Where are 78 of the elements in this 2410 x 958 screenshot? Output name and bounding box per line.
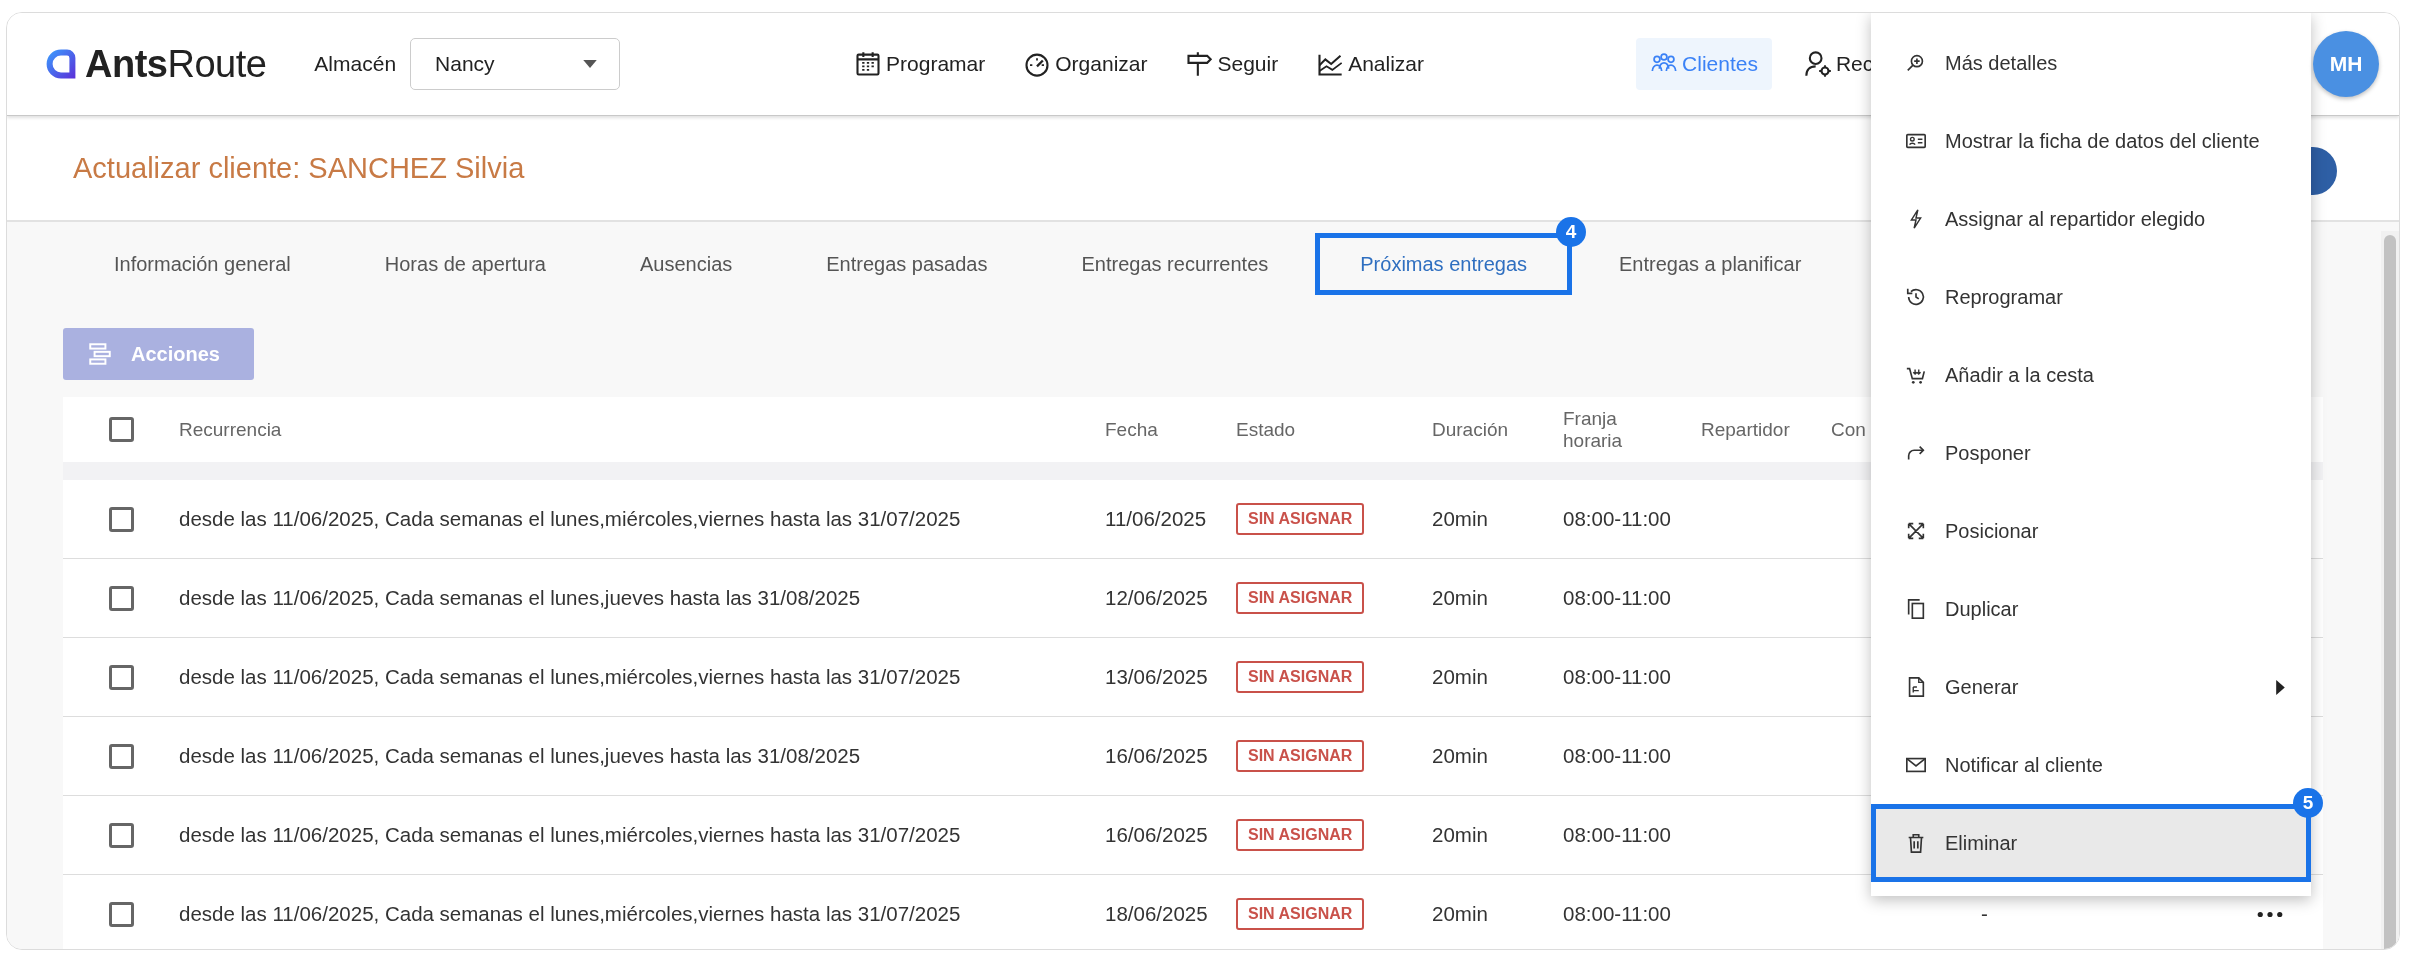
scrollbar[interactable] <box>2381 231 2399 949</box>
history-icon <box>1905 286 1927 308</box>
table-cell: 08:00-11:00 <box>1563 823 1671 847</box>
menu-item[interactable]: Assignar al repartidor elegido <box>1871 180 2311 258</box>
table-cell: 12/06/2025 <box>1105 586 1208 610</box>
table-cell: desde las 11/06/2025, Cada semanas el lunes,miércoles,viernes hasta las 31/07/2025 <box>179 823 961 847</box>
tab[interactable]: Información general <box>67 233 338 295</box>
table-cell: 16/06/2025 <box>1105 744 1208 768</box>
checkbox[interactable] <box>108 417 134 442</box>
expand-arrows-icon <box>1905 520 1927 542</box>
table-cell: desde las 11/06/2025, Cada semanas el lunes,miércoles,viernes hasta las 31/07/2025 <box>179 665 961 689</box>
table-cell: desde las 11/06/2025, Cada semanas el lunes,jueves hasta las 31/08/2025 <box>179 744 861 768</box>
menu-item[interactable]: Posicionar <box>1871 492 2311 570</box>
logo-text: AntsRoute <box>85 42 267 86</box>
table-cell: 08:00-11:00 <box>1563 586 1671 610</box>
table-cell: 08:00-11:00 <box>1563 507 1671 531</box>
table-cell: 20min <box>1432 823 1488 847</box>
column-header: Franja horaria <box>1563 407 1624 452</box>
menu-item[interactable]: Añadir a la cesta <box>1871 336 2311 414</box>
nav-link[interactable]: Analizar <box>1310 38 1431 90</box>
nav-link[interactable]: Seguir <box>1179 38 1285 90</box>
table-cell: 20min <box>1432 507 1488 531</box>
status-tag: SIN ASIGNAR <box>1236 661 1365 693</box>
column-header: Repartidor <box>1701 418 1791 441</box>
status-tag: SIN ASIGNAR <box>1236 740 1365 772</box>
table-cell: 08:00-11:00 <box>1563 665 1671 689</box>
status-tag: SIN ASIGNAR <box>1236 819 1365 851</box>
column-header: Duración <box>1432 418 1510 441</box>
checkbox[interactable] <box>108 664 134 690</box>
status-tag: SIN ASIGNAR <box>1236 898 1365 930</box>
table-cell: 13/06/2025 <box>1105 665 1208 689</box>
checkbox[interactable] <box>108 822 134 848</box>
checkbox[interactable] <box>108 901 134 927</box>
nav-link[interactable]: Organizar <box>1017 38 1154 90</box>
table-cell: 20min <box>1432 744 1488 768</box>
checkbox[interactable] <box>108 506 134 532</box>
table-cell: 16/06/2025 <box>1105 823 1208 847</box>
table-cell: 11/06/2025 <box>1105 507 1207 531</box>
checkbox[interactable] <box>108 743 134 769</box>
menu-item[interactable]: Reprogramar <box>1871 258 2311 336</box>
column-header: Con <box>1831 418 1867 441</box>
table-cell: 20min <box>1432 665 1488 689</box>
menu-item[interactable]: Generar <box>1871 648 2311 726</box>
column-header: Fecha <box>1105 418 1159 441</box>
table-cell: 20min <box>1432 902 1488 926</box>
menu-item[interactable]: Posponer <box>1871 414 2311 492</box>
table-cell: 18/06/2025 <box>1105 902 1208 926</box>
list-icon <box>87 341 113 367</box>
tab[interactable]: Entregas pasadas <box>779 233 1035 295</box>
add-button[interactable] <box>2311 147 2337 195</box>
signpost-icon <box>1185 50 1214 78</box>
table-cell: 08:00-11:00 <box>1563 902 1671 926</box>
tab[interactable]: Ausencias <box>593 233 780 295</box>
status-tag: SIN ASIGNAR <box>1236 503 1365 535</box>
table-cell: - <box>1981 902 1988 926</box>
table-cell: desde las 11/06/2025, Cada semanas el lunes,miércoles,viernes hasta las 31/07/2025 <box>179 902 961 926</box>
tab[interactable]: Entregas recurrentes <box>1034 233 1316 295</box>
checkbox[interactable] <box>108 585 134 611</box>
table-cell: 20min <box>1432 586 1488 610</box>
dropdown-caret-icon <box>583 59 598 69</box>
page-title: Actualizar cliente: SANCHEZ Silvia <box>73 151 525 185</box>
table-cell: desde las 11/06/2025, Cada semanas el lunes,miércoles,viernes hasta las 31/07/2025 <box>179 507 961 531</box>
table-cell: 08:00-11:00 <box>1563 744 1671 768</box>
calendar-icon <box>854 50 883 78</box>
table-cell: desde las 11/06/2025, Cada semanas el lunes,jueves hasta las 31/08/2025 <box>179 586 861 610</box>
more-icon[interactable] <box>2257 910 2283 918</box>
menu-item[interactable]: Duplicar <box>1871 570 2311 648</box>
tab[interactable]: Horas de apertura <box>337 233 593 295</box>
step-badge: 4 <box>1556 217 1586 247</box>
status-tag: SIN ASIGNAR <box>1236 582 1365 614</box>
user-gear-icon <box>1803 50 1832 78</box>
column-header: Estado <box>1236 418 1297 441</box>
column-header: Recurrencia <box>179 418 282 441</box>
nav-link[interactable]: Programar <box>848 38 992 90</box>
menu-item[interactable]: Mostrar la ficha de datos del cliente <box>1871 102 2311 180</box>
warehouse-select[interactable]: Nancy <box>410 38 621 90</box>
warehouse-label: Almacén <box>314 52 397 76</box>
copy-icon <box>1905 598 1927 620</box>
